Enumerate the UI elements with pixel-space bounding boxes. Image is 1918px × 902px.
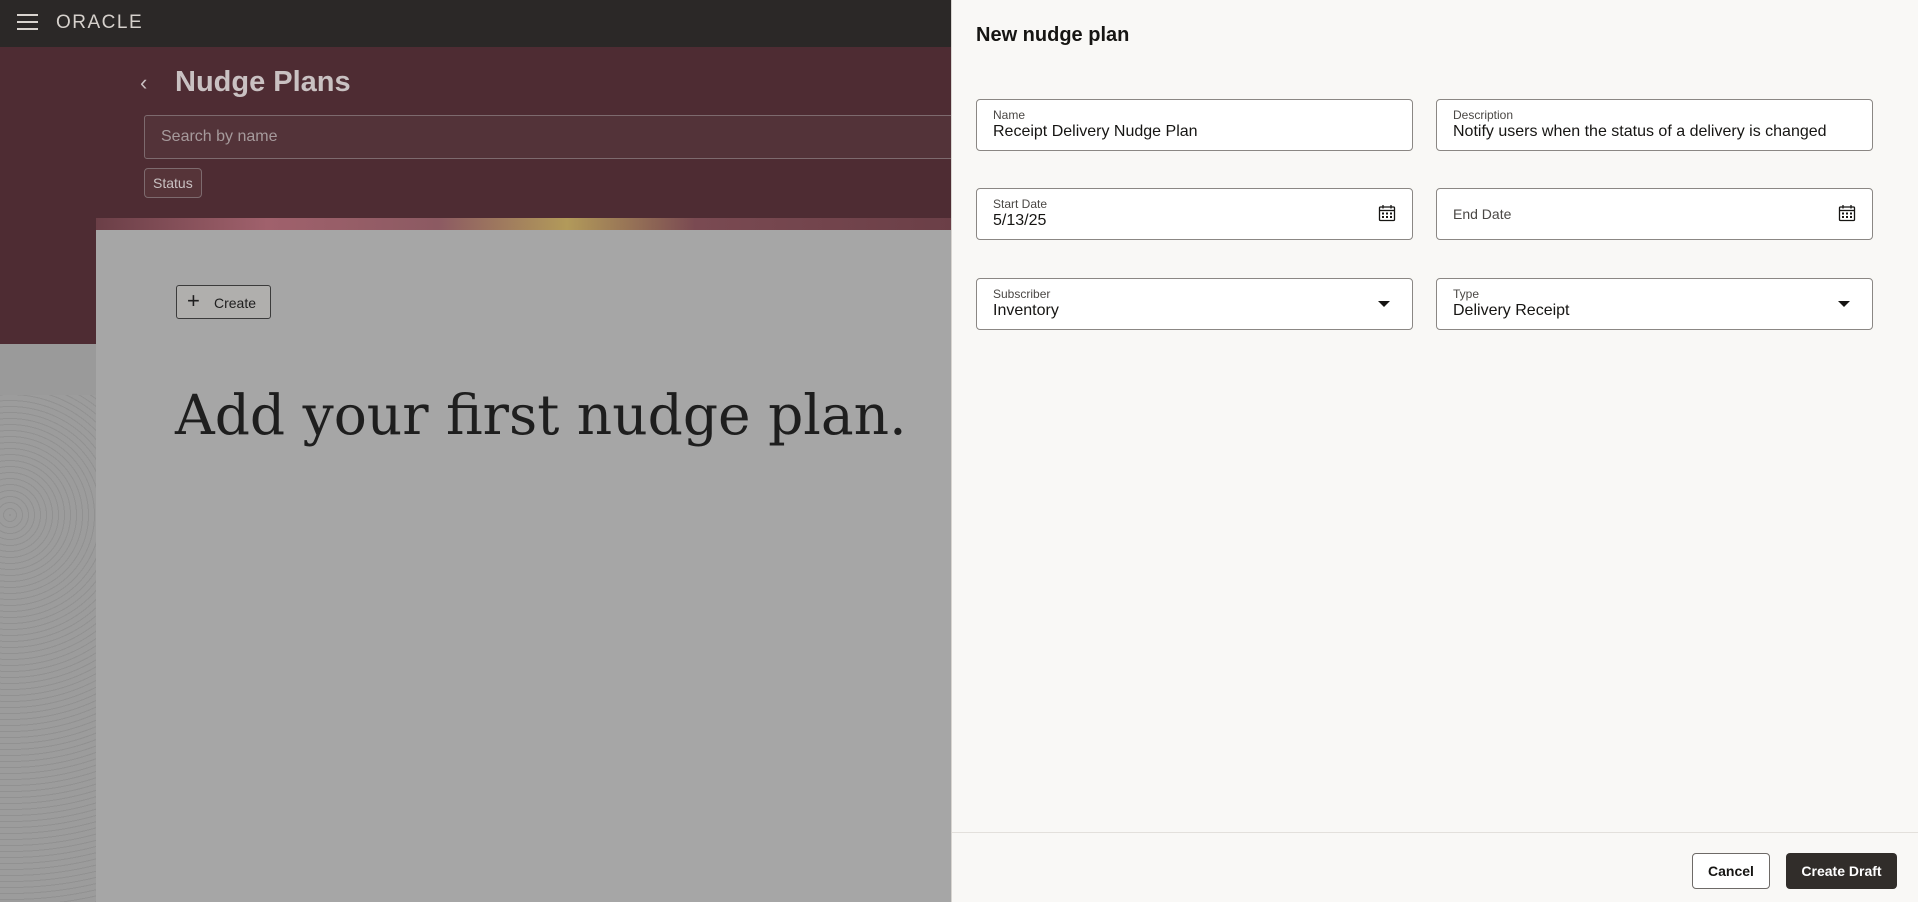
subscriber-value: Inventory <box>993 302 1059 319</box>
create-button-label: Create <box>214 295 257 311</box>
create-button[interactable]: + Create <box>176 285 271 319</box>
cancel-button[interactable]: Cancel <box>1692 853 1770 889</box>
topographic-pattern <box>0 395 96 902</box>
plus-icon: + <box>187 288 200 313</box>
empty-state-heading: Add your first nudge plan. <box>175 383 907 447</box>
description-label: Description <box>1453 108 1514 122</box>
type-value: Delivery Receipt <box>1453 302 1570 319</box>
description-value: Notify users when the status of a delive… <box>1453 123 1827 140</box>
calendar-icon[interactable] <box>1378 204 1396 222</box>
name-field[interactable]: Name Receipt Delivery Nudge Plan <box>976 99 1413 151</box>
subscriber-label: Subscriber <box>993 287 1051 301</box>
end-date-label: End Date <box>1453 206 1512 222</box>
start-date-field[interactable]: Start Date 5/13/25 <box>976 188 1413 240</box>
description-field[interactable]: Description Notify users when the status… <box>1436 99 1873 151</box>
start-date-value: 5/13/25 <box>993 212 1047 229</box>
search-placeholder: Search by name <box>161 128 278 145</box>
chevron-left-icon[interactable]: ‹ <box>140 70 160 96</box>
start-date-label: Start Date <box>993 197 1048 211</box>
type-label: Type <box>1453 287 1480 301</box>
name-value: Receipt Delivery Nudge Plan <box>993 123 1198 140</box>
oracle-logo: ORACLE <box>56 12 144 33</box>
caret-down-icon[interactable] <box>1378 301 1390 307</box>
subscriber-select[interactable]: Subscriber Inventory <box>976 278 1413 330</box>
footer-divider <box>952 832 1918 833</box>
background-page: ORACLE ‹ Nudge Plans Search by name Stat… <box>0 0 952 902</box>
create-draft-button[interactable]: Create Draft <box>1786 853 1897 889</box>
page-title: Nudge Plans <box>175 66 351 98</box>
status-filter-chip[interactable]: Status <box>144 168 202 198</box>
caret-down-icon[interactable] <box>1838 301 1850 307</box>
end-date-field[interactable]: End Date <box>1436 188 1873 240</box>
top-bar: ORACLE <box>0 0 952 47</box>
name-label: Name <box>993 108 1026 122</box>
type-select[interactable]: Type Delivery Receipt <box>1436 278 1873 330</box>
content-card <box>96 230 952 902</box>
drawer-title: New nudge plan <box>976 24 1130 46</box>
hamburger-icon[interactable] <box>17 14 38 32</box>
new-nudge-plan-drawer: New nudge plan Name Receipt Delivery Nud… <box>952 0 1918 902</box>
calendar-icon[interactable] <box>1838 204 1856 222</box>
search-input[interactable]: Search by name <box>144 115 952 159</box>
